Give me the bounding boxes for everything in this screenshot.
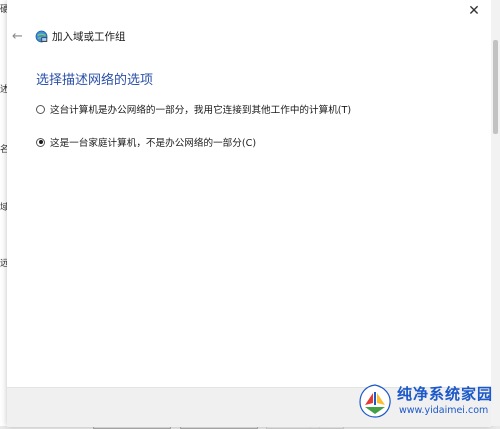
network-computer-icon <box>35 30 48 43</box>
background-text: 域 <box>0 203 7 213</box>
watermark-title: 纯净系统家园 <box>397 385 494 403</box>
option-office-label: 这台计算机是办公网络的一部分，我用它连接到其他工作中的计算机(T) <box>50 105 352 116</box>
background-text: 名 <box>0 145 7 155</box>
join-domain-dialog: ✕ ← 加入域或工作组 选择描述网络的选项 这台计算机是办公网络的一部分，我用它… <box>7 0 491 427</box>
watermark: 纯净系统家园 www.yidaimei.com <box>357 381 495 421</box>
watermark-url: www.yidaimei.com <box>399 405 489 416</box>
background-text: 硬 <box>0 5 7 15</box>
background-text: 远 <box>0 259 7 269</box>
close-icon[interactable]: ✕ <box>467 4 481 18</box>
scrollbar-thumb[interactable] <box>493 40 498 134</box>
back-arrow-icon[interactable]: ← <box>12 29 23 44</box>
page-heading: 选择描述网络的选项 <box>36 73 154 88</box>
background-window-edge: 硬 述 名 域 远 <box>0 0 7 426</box>
option-office-network[interactable]: 这台计算机是办公网络的一部分，我用它连接到其他工作中的计算机(T) <box>36 102 351 116</box>
dialog-title: 加入域或工作组 <box>52 31 126 43</box>
watermark-logo-icon <box>359 384 391 418</box>
scrollbar[interactable] <box>491 0 500 426</box>
option-home-computer[interactable]: 这是一台家庭计算机，不是办公网络的一部分(C) <box>36 135 256 149</box>
option-home-label: 这是一台家庭计算机，不是办公网络的一部分(C) <box>50 138 257 149</box>
radio-button-office[interactable] <box>36 104 45 114</box>
radio-button-home[interactable] <box>36 137 45 147</box>
background-text: 述 <box>0 85 7 95</box>
